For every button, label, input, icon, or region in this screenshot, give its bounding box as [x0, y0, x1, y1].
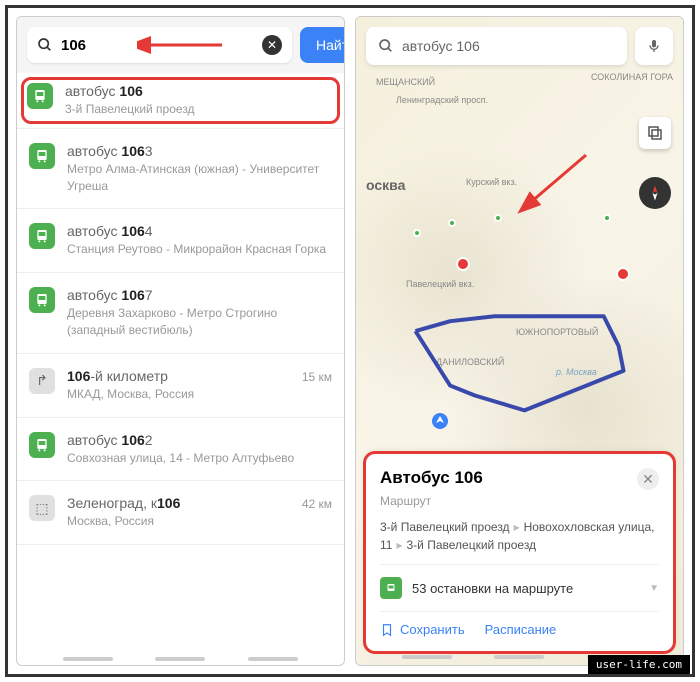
- card-title: Автобус 106: [380, 468, 483, 488]
- map-search-text: автобус 106: [402, 38, 480, 54]
- result-item[interactable]: автобус 106 3-й Павелецкий проезд: [17, 73, 344, 129]
- result-item[interactable]: автобус 1062 Совхозная улица, 14 - Метро …: [17, 418, 344, 482]
- bus-icon: [27, 83, 53, 109]
- bookmark-icon: [380, 623, 394, 637]
- search-icon: [378, 38, 394, 54]
- result-item[interactable]: автобус 1063 Метро Алма-Атинская (южная) …: [17, 129, 344, 210]
- bus-icon: [29, 287, 55, 313]
- route-path-text: 3-й Павелецкий проезд▸Новохохловская ули…: [380, 518, 659, 565]
- result-subtitle: 3-й Павелецкий проезд: [65, 101, 334, 118]
- route-detail-card: Автобус 106 ✕ Маршрут 3-й Павелецкий про…: [366, 454, 673, 651]
- search-input[interactable]: [61, 37, 262, 54]
- bus-icon: [29, 223, 55, 249]
- result-item[interactable]: автобус 1067 Деревня Захарково - Метро Ст…: [17, 273, 344, 354]
- watermark: user-life.com: [588, 655, 690, 674]
- result-subtitle: Москва, Россия: [67, 513, 290, 530]
- result-title: автобус 1064: [67, 223, 332, 239]
- layers-button[interactable]: [639, 117, 671, 149]
- layers-icon: [646, 124, 664, 142]
- clear-search-button[interactable]: ✕: [262, 35, 282, 55]
- result-title: автобус 1063: [67, 143, 332, 159]
- bus-icon: [380, 577, 402, 599]
- result-subtitle: Станция Реутово - Микрорайон Красная Гор…: [67, 241, 332, 258]
- route-stop-marker: [456, 257, 470, 271]
- phone-map-route: осква МЕЩАНСКИЙ Ленинградский просп. Кур…: [355, 16, 684, 666]
- search-box[interactable]: ✕: [27, 27, 292, 63]
- results-list: автобус 1063-й Павелецкий проездавтобус …: [17, 73, 344, 657]
- map-search-box[interactable]: автобус 106: [366, 27, 627, 65]
- close-card-button[interactable]: ✕: [637, 468, 659, 490]
- route-direction-marker: [431, 412, 449, 430]
- compass-icon: [645, 183, 665, 203]
- result-item[interactable]: автобус 1064 Станция Реутово - Микрорайон…: [17, 209, 344, 273]
- route-waypoint: [448, 219, 456, 227]
- bus-icon: [29, 143, 55, 169]
- result-subtitle: Деревня Захарково - Метро Строгино (запа…: [67, 305, 332, 339]
- chevron-down-icon: ▼: [649, 583, 659, 594]
- result-title: автобус 1062: [67, 432, 332, 448]
- place-icon: ↱: [29, 368, 55, 394]
- result-subtitle: Совхозная улица, 14 - Метро Алтуфьево: [67, 450, 332, 467]
- voice-button[interactable]: [635, 27, 673, 65]
- route-waypoint: [494, 214, 502, 222]
- result-item[interactable]: ↱ 106-й километр МКАД, Москва, Россия 15 км: [17, 354, 344, 418]
- search-icon: [37, 37, 53, 53]
- find-button[interactable]: Найти: [300, 27, 345, 63]
- route-endpoint: [413, 229, 421, 237]
- compass-button[interactable]: [639, 177, 671, 209]
- nav-bar: [17, 657, 344, 665]
- result-subtitle: Метро Алма-Атинская (южная) - Университе…: [67, 161, 332, 195]
- mic-icon: [646, 38, 662, 54]
- result-title: автобус 106: [65, 83, 334, 99]
- card-subtitle: Маршрут: [380, 494, 659, 508]
- result-distance: 42 км: [302, 497, 332, 511]
- stops-row[interactable]: 53 остановки на маршруте ▼: [380, 565, 659, 612]
- stops-count-text: 53 остановки на маршруте: [412, 581, 639, 596]
- result-title: 106-й километр: [67, 368, 290, 384]
- save-button[interactable]: Сохранить: [380, 622, 465, 637]
- result-title: Зеленоград, к106: [67, 495, 290, 511]
- route-stop-marker: [616, 267, 630, 281]
- bus-icon: [29, 432, 55, 458]
- place-icon: ⬚: [29, 495, 55, 521]
- result-title: автобус 1067: [67, 287, 332, 303]
- schedule-button[interactable]: Расписание: [485, 622, 557, 637]
- phone-search-results: ✕ Найти автобус 106 3-й Павелецкий проезд…: [16, 16, 345, 666]
- result-item[interactable]: ⬚ Зеленоград, к106 Москва, Россия 42 км: [17, 481, 344, 545]
- result-subtitle: МКАД, Москва, Россия: [67, 386, 290, 403]
- route-endpoint: [603, 214, 611, 222]
- result-distance: 15 км: [302, 370, 332, 384]
